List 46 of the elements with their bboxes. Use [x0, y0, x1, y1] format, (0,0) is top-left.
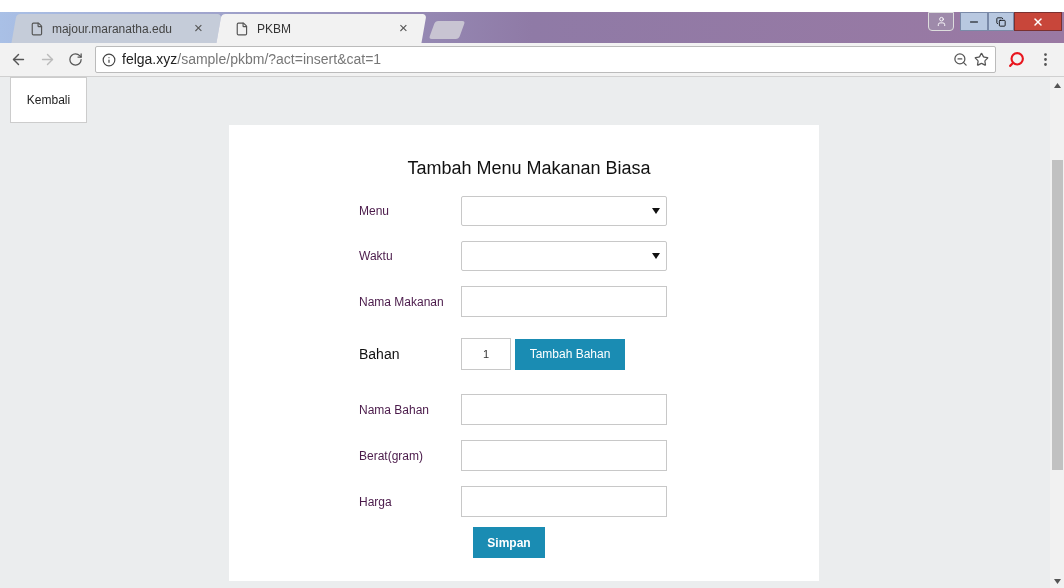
input-field[interactable] [461, 286, 667, 317]
address-bar[interactable]: felga.xyz/sample/pkbm/?act=insert&cat=1 [95, 46, 996, 73]
field-label: Nama Makanan [359, 293, 445, 311]
section-label: Bahan [359, 344, 401, 364]
restore-button[interactable] [988, 12, 1014, 31]
user-icon [935, 16, 947, 27]
save-button[interactable]: Simpan [473, 527, 545, 558]
tab-title: majour.maranatha.edu [52, 20, 174, 38]
add-ingredient-button[interactable]: Tambah Bahan [515, 338, 625, 370]
dropdown-arrow-icon [652, 208, 660, 214]
tab-close[interactable]: × [399, 17, 408, 40]
dropdown-arrow-icon [652, 253, 660, 259]
count-field[interactable]: 1 [461, 338, 511, 370]
input-field[interactable] [461, 486, 667, 517]
close-button[interactable] [1014, 12, 1062, 31]
scrollbar[interactable] [1050, 77, 1064, 588]
scroll-down-icon[interactable] [1053, 579, 1061, 584]
browser-tab[interactable]: PKBM × [216, 14, 427, 43]
browser-tab[interactable]: majour.maranatha.edu × [11, 14, 222, 43]
new-tab-button[interactable] [428, 21, 466, 39]
info-icon [102, 52, 116, 67]
tab-title: PKBM [257, 20, 292, 38]
back-button[interactable]: Kembali [10, 77, 87, 123]
search-icon[interactable] [1008, 51, 1025, 68]
restore-icon [996, 16, 1006, 27]
star-icon[interactable] [974, 52, 989, 67]
page-icon [30, 21, 44, 36]
input-field[interactable] [461, 394, 667, 425]
page-icon [235, 21, 249, 36]
close-icon [1032, 15, 1044, 28]
minimize-button[interactable] [960, 12, 988, 31]
field-label: Berat(gram) [359, 447, 424, 465]
scroll-thumb[interactable] [1051, 160, 1063, 470]
scroll-up-icon[interactable] [1053, 83, 1061, 88]
tab-close[interactable]: × [194, 17, 203, 40]
field-label: Menu [359, 203, 391, 220]
profile-button[interactable] [928, 12, 954, 31]
back-icon[interactable] [10, 51, 27, 68]
zoom-out-icon[interactable] [953, 52, 968, 67]
field-label: Harga [359, 493, 393, 511]
input-field[interactable] [461, 440, 667, 471]
reload-icon[interactable] [68, 52, 83, 67]
field-label: Waktu [359, 248, 394, 265]
form-title: Tambah Menu Makanan Biasa [407, 157, 651, 180]
url-text: felga.xyz/sample/pkbm/?act=insert&cat=1 [122, 50, 383, 69]
field-label: Nama Bahan [359, 401, 431, 419]
